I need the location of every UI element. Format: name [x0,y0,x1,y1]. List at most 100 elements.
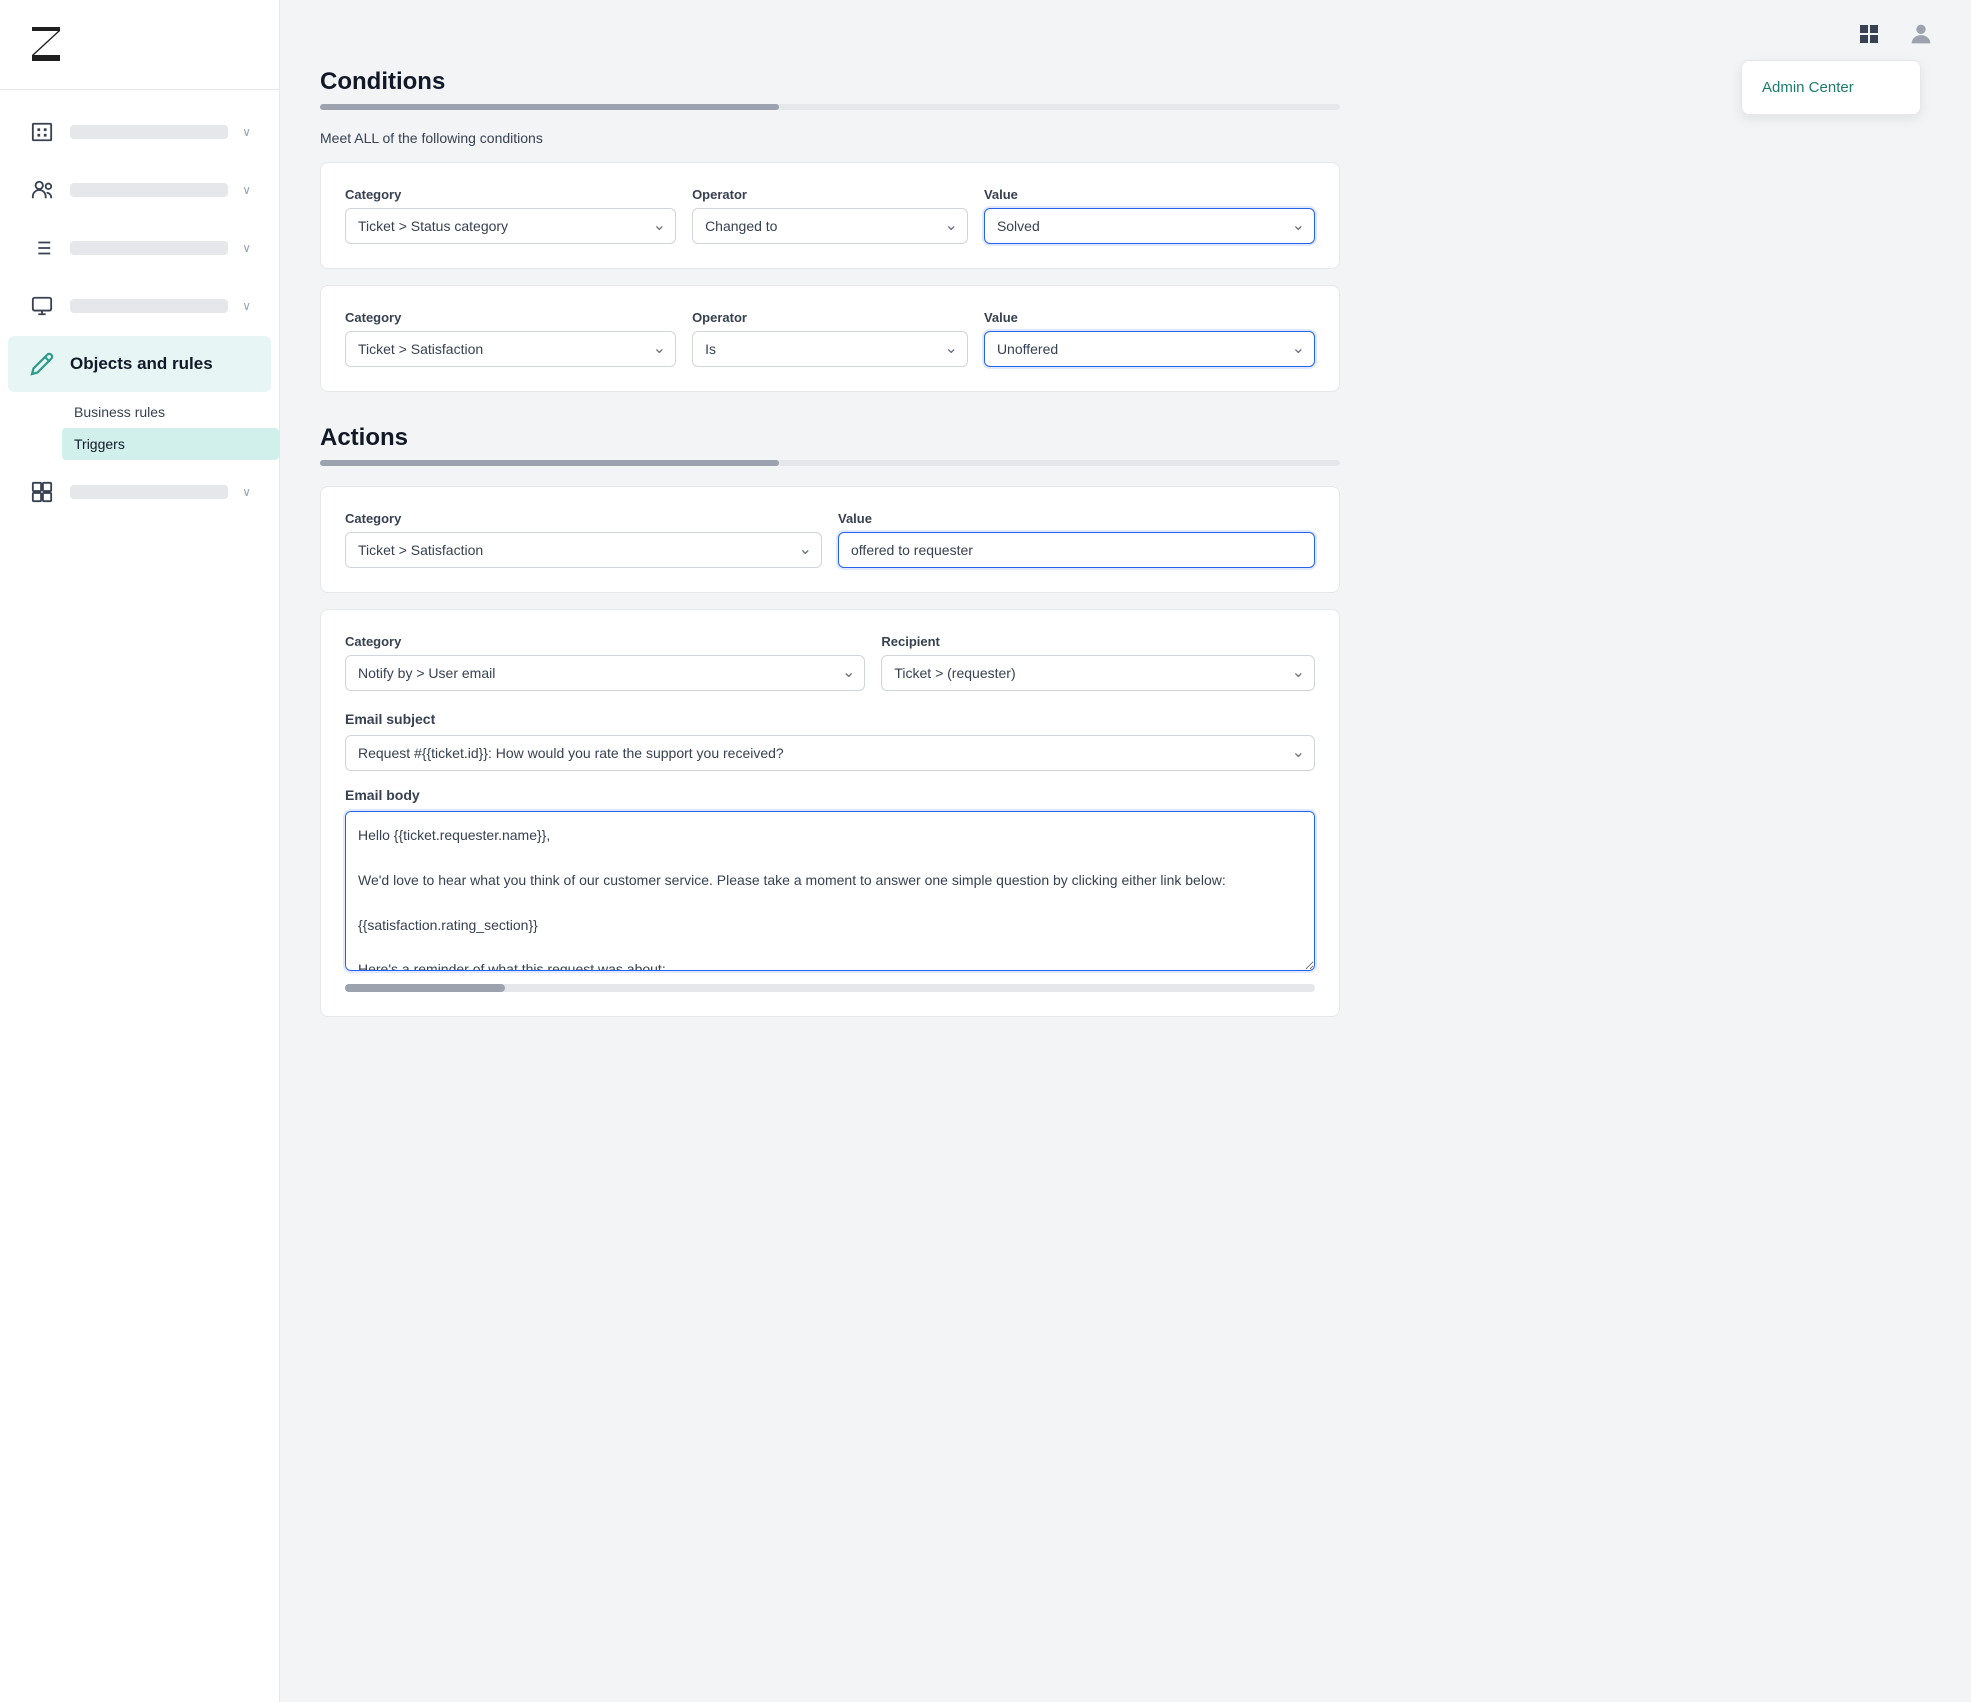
condition-row-2-fields: Category Ticket > Satisfaction Operator … [345,310,1315,367]
sidebar-item-objects-rules-label: Objects and rules [70,354,213,374]
condition-1-operator-select[interactable]: Changed to [692,208,968,244]
chevron-down-icon: ∨ [242,299,251,313]
sidebar-item-objects-rules[interactable]: Objects and rules [8,336,271,392]
condition-2-value-label: Value [984,310,1315,325]
building-icon [28,118,56,146]
action-2-recipient-group: Recipient Ticket > (requester) [881,634,1315,691]
sidebar-item-people[interactable]: ∨ [8,162,271,218]
condition-1-value-label: Value [984,187,1315,202]
action-2-category-select[interactable]: Notify by > User email [345,655,865,691]
sidebar-item-organization-label [70,125,228,139]
user-avatar-icon[interactable] [1903,16,1939,52]
condition-2-operator-group: Operator Is [692,310,968,367]
condition-2-operator-select[interactable]: Is [692,331,968,367]
action-2-category-label: Category [345,634,865,649]
sidebar-item-triggers[interactable]: Triggers [62,428,279,460]
action-1-category-label: Category [345,511,822,526]
email-subject-section: Email subject [345,711,1315,771]
action-1-category-group: Category Ticket > Satisfaction [345,511,822,568]
sidebar-item-channels-label [70,241,228,255]
sidebar-item-organization[interactable]: ∨ [8,104,271,160]
actions-progress-bar [320,460,779,466]
condition-1-operator-label: Operator [692,187,968,202]
actions-title: Actions [320,424,1340,452]
condition-2-category-select[interactable]: Ticket > Satisfaction [345,331,676,367]
condition-2-category-group: Category Ticket > Satisfaction [345,310,676,367]
conditions-title: Conditions [320,68,1340,96]
action-1-value-group: Value [838,511,1315,568]
grid-icon[interactable] [1851,16,1887,52]
action-2-category-wrapper: Notify by > User email [345,655,865,691]
action-row-2-fields: Category Notify by > User email Recipien… [345,634,1315,691]
action-1-category-wrapper: Ticket > Satisfaction [345,532,822,568]
main-content: Admin Center Conditions Meet ALL of the … [280,0,1971,1702]
condition-1-category-select[interactable]: Ticket > Status category [345,208,676,244]
admin-center-link[interactable]: Admin Center [1742,69,1920,106]
condition-1-category-group: Category Ticket > Status category [345,187,676,244]
email-subject-wrapper [345,735,1315,771]
condition-2-value-wrapper: Unoffered [984,331,1315,367]
email-subject-input[interactable] [345,735,1315,771]
condition-2-category-label: Category [345,310,676,325]
conditions-description: Meet ALL of the following conditions [320,130,1340,146]
apps-icon [28,478,56,506]
sidebar-item-workspace[interactable]: ∨ [8,278,271,334]
email-body-scrollbar[interactable] [345,984,1315,992]
condition-1-category-wrapper: Ticket > Status category [345,208,676,244]
email-body-section: Email body Hello {{ticket.requester.name… [345,787,1315,992]
sidebar-subnav: Business rules Triggers [0,394,279,462]
action-2-recipient-wrapper: Ticket > (requester) [881,655,1315,691]
condition-1-value-wrapper: Solved [984,208,1315,244]
email-subject-label: Email subject [345,711,1315,727]
conditions-progress-bar [320,104,779,110]
sidebar-item-apps-label [70,485,228,499]
condition-1-value-select[interactable]: Solved [984,208,1315,244]
condition-2-value-select[interactable]: Unoffered [984,331,1315,367]
channels-icon [28,234,56,262]
condition-2-value-group: Value Unoffered [984,310,1315,367]
admin-center-dropdown: Admin Center [1741,60,1921,115]
condition-2-operator-wrapper: Is [692,331,968,367]
zendesk-logo [28,25,80,65]
email-body-textarea[interactable]: Hello {{ticket.requester.name}}, We'd lo… [345,811,1315,971]
condition-2-operator-label: Operator [692,310,968,325]
workspace-icon [28,292,56,320]
condition-row-2: Category Ticket > Satisfaction Operator … [320,285,1340,392]
sidebar-item-channels[interactable]: ∨ [8,220,271,276]
action-row-1: Category Ticket > Satisfaction Value [320,486,1340,593]
action-2-recipient-select[interactable]: Ticket > (requester) [881,655,1315,691]
actions-section: Actions Category Ticket > Satisfaction [320,424,1340,1017]
sidebar: ∨ ∨ ∨ ∨ [0,0,280,1702]
conditions-section: Conditions Meet ALL of the following con… [320,68,1340,392]
action-row-1-fields: Category Ticket > Satisfaction Value [345,511,1315,568]
condition-1-operator-group: Operator Changed to [692,187,968,244]
sidebar-item-people-label [70,183,228,197]
chevron-down-icon: ∨ [242,241,251,255]
action-1-category-select[interactable]: Ticket > Satisfaction [345,532,822,568]
chevron-down-icon: ∨ [242,485,251,499]
sidebar-logo [0,0,279,90]
condition-1-operator-wrapper: Changed to [692,208,968,244]
condition-1-category-label: Category [345,187,676,202]
sidebar-item-business-rules[interactable]: Business rules [62,396,279,428]
sidebar-item-apps[interactable]: ∨ [8,464,271,520]
page-content: Conditions Meet ALL of the following con… [280,68,1380,1073]
conditions-progress [320,104,1340,110]
action-row-2: Category Notify by > User email Recipien… [320,609,1340,1017]
actions-progress [320,460,1340,466]
objects-rules-icon [28,350,56,378]
condition-row-1: Category Ticket > Status category Operat… [320,162,1340,269]
email-body-scrollbar-thumb [345,984,505,992]
condition-2-category-wrapper: Ticket > Satisfaction [345,331,676,367]
email-body-label: Email body [345,787,1315,803]
sidebar-navigation: ∨ ∨ ∨ ∨ [0,90,279,1702]
chevron-down-icon: ∨ [242,125,251,139]
action-1-value-input[interactable] [838,532,1315,568]
condition-row-1-fields: Category Ticket > Status category Operat… [345,187,1315,244]
top-bar: Admin Center [280,0,1971,68]
chevron-down-icon: ∨ [242,183,251,197]
action-2-category-group: Category Notify by > User email [345,634,865,691]
sidebar-item-workspace-label [70,299,228,313]
condition-1-value-group: Value Solved [984,187,1315,244]
people-icon [28,176,56,204]
